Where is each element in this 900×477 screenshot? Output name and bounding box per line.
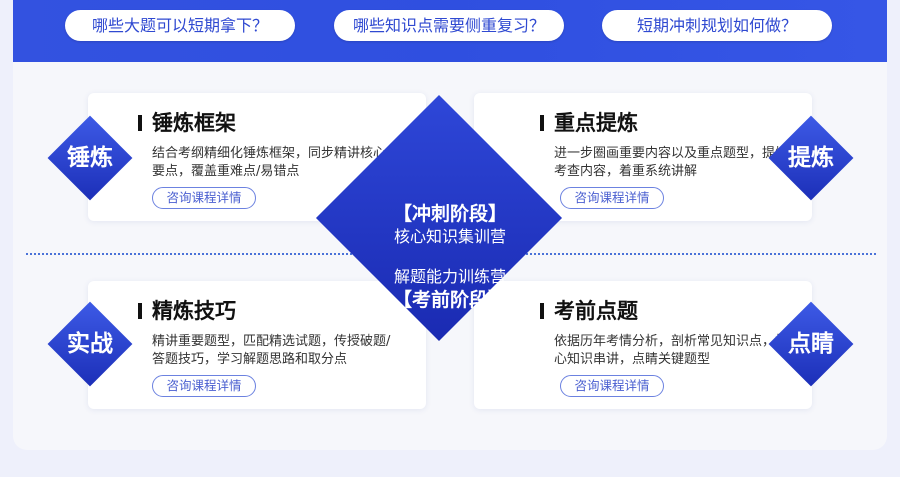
card-title: 重点提炼 — [540, 111, 638, 135]
badge-label-4: 点睛 — [788, 331, 834, 357]
question-pill-3[interactable]: 短期冲刺规划如何做？ — [602, 10, 832, 41]
question-pill-1[interactable]: 哪些大题可以短期拿下？ — [65, 10, 295, 41]
card-description: 依据历年考情分析，剖析常见知识点，核心知识串讲，点睛关键题型 — [554, 334, 789, 367]
stage2-title: 【考前阶段】 — [392, 289, 507, 311]
stage2-subtitle: 解题能力训练营 — [393, 267, 506, 286]
card-title: 考前点题 — [540, 299, 638, 323]
consult-course-button[interactable]: 咨询课程详情 — [560, 187, 664, 209]
stage1-title: 【冲刺阶段】 — [392, 203, 507, 225]
card-title: 锤炼框架 — [138, 111, 236, 135]
card-title: 精炼技巧 — [138, 299, 236, 323]
card-description: 进一步圈画重要内容以及重点题型，提炼考查内容，着重系统讲解 — [554, 146, 789, 179]
badge-label-1: 锤炼 — [67, 145, 113, 171]
badge-label-3: 实战 — [67, 331, 113, 357]
consult-course-button[interactable]: 咨询课程详情 — [152, 187, 256, 209]
consult-course-button[interactable]: 咨询课程详情 — [560, 375, 664, 397]
badge-label-2: 提炼 — [788, 145, 834, 171]
question-pill-2[interactable]: 哪些知识点需要侧重复习？ — [334, 10, 564, 41]
consult-course-button[interactable]: 咨询课程详情 — [152, 375, 256, 397]
stage1-subtitle: 核心知识集训营 — [393, 227, 506, 246]
card-description: 结合考纲精细化锤炼框架，同步精讲核心要点，覆盖重难点/易错点 — [152, 146, 387, 179]
card-description: 精讲重要题型，匹配精选试题，传授破题/答题技巧，学习解题思路和取分点 — [152, 334, 391, 367]
